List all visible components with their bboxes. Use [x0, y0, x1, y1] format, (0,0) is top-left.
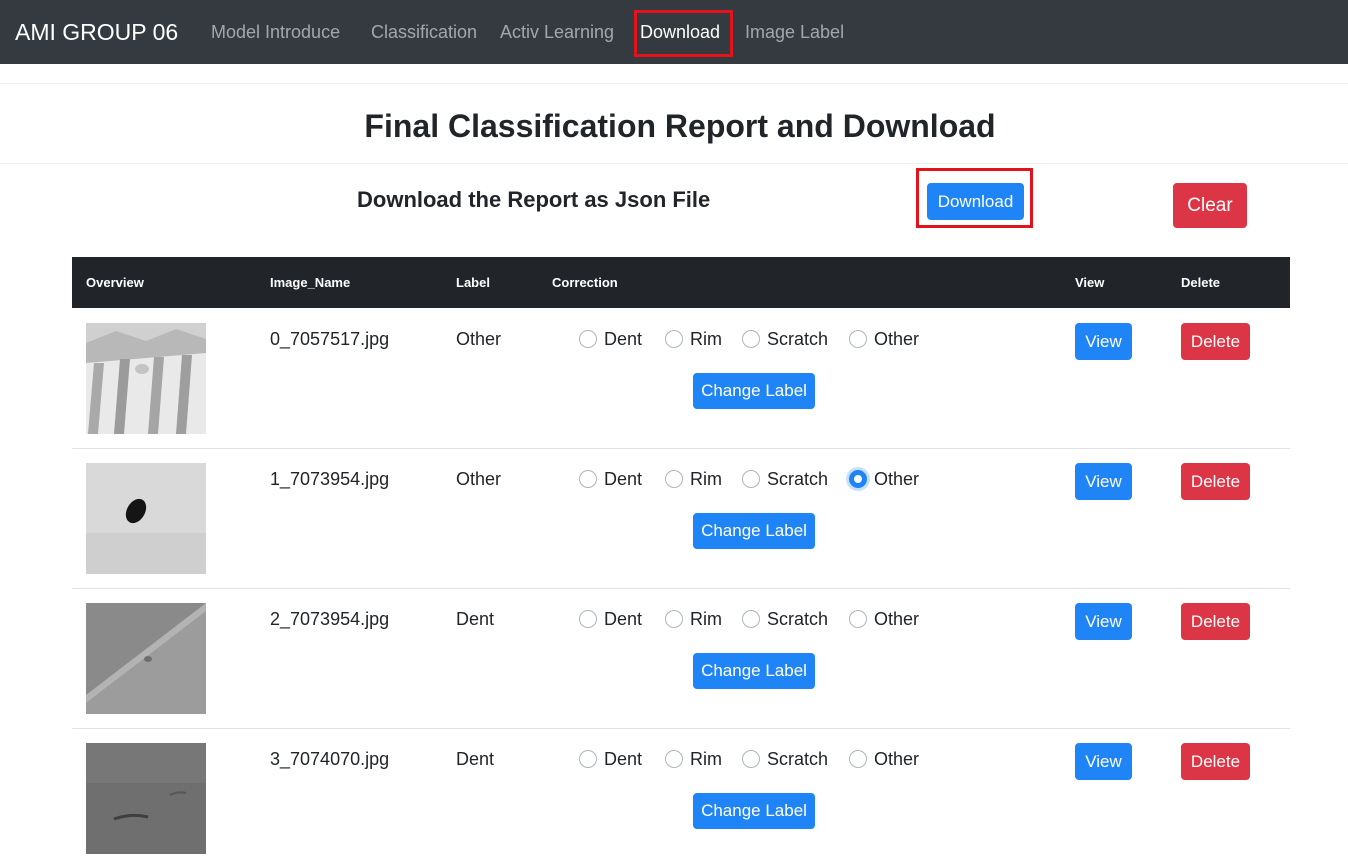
image-name: 3_7074070.jpg	[270, 749, 390, 769]
divider	[0, 163, 1348, 164]
column-header-label: Label	[456, 275, 490, 290]
column-header-view: View	[1075, 275, 1105, 290]
image-label: Other	[456, 469, 502, 489]
navbar-brand[interactable]: AMI GROUP 06	[15, 18, 178, 46]
change-label-button[interactable]: Change Label	[693, 513, 815, 549]
nav-link-classification[interactable]: Classification	[371, 20, 477, 44]
view-button[interactable]: View	[1075, 463, 1132, 500]
image-label: Dent	[456, 609, 495, 629]
image-thumbnail[interactable]	[86, 603, 206, 714]
view-button[interactable]: View	[1075, 323, 1132, 360]
column-header-image-name: Image_Name	[270, 275, 351, 290]
delete-button[interactable]: Delete	[1181, 603, 1250, 640]
nav-link-image-label[interactable]: Image Label	[745, 20, 844, 44]
view-button[interactable]: View	[1075, 743, 1132, 780]
table-row: 1_7073954.jpg Other Dent Rim Scratch Oth…	[72, 449, 1290, 589]
top-navbar: AMI GROUP 06 Model Introduce Classificat…	[0, 0, 1348, 64]
change-label-button[interactable]: Change Label	[693, 373, 815, 409]
download-report-heading: Download the Report as Json File	[357, 187, 711, 212]
image-name: 0_7057517.jpg	[270, 329, 390, 349]
image-name: 1_7073954.jpg	[270, 469, 390, 489]
delete-button[interactable]: Delete	[1181, 323, 1250, 360]
nav-link-model-introduce[interactable]: Model Introduce	[211, 20, 340, 44]
column-header-correction: Correction	[552, 275, 618, 290]
clear-button[interactable]: Clear	[1173, 183, 1247, 228]
column-header-delete: Delete	[1181, 275, 1221, 290]
view-button[interactable]: View	[1075, 603, 1132, 640]
image-label: Dent	[456, 749, 495, 769]
image-thumbnail[interactable]	[86, 323, 206, 434]
delete-button[interactable]: Delete	[1181, 743, 1250, 780]
table-row: 3_7074070.jpg Dent Dent Rim Scratch Othe…	[72, 729, 1290, 861]
change-label-button[interactable]: Change Label	[693, 653, 815, 689]
nav-download-highlight	[634, 10, 733, 57]
download-json-button[interactable]: Download	[927, 183, 1024, 220]
image-thumbnail[interactable]	[86, 743, 206, 854]
nav-link-activ-learning[interactable]: Activ Learning	[500, 20, 614, 44]
image-name: 2_7073954.jpg	[270, 609, 390, 629]
table-row: 0_7057517.jpg Other Dent Rim Scratch Oth…	[72, 309, 1290, 449]
delete-button[interactable]: Delete	[1181, 463, 1250, 500]
divider	[0, 83, 1348, 84]
column-header-overview: Overview	[86, 275, 144, 290]
change-label-button[interactable]: Change Label	[693, 793, 815, 829]
page-title: Final Classification Report and Download	[364, 108, 996, 144]
table-row: 2_7073954.jpg Dent Dent Rim Scratch Othe…	[72, 589, 1290, 729]
image-label: Other	[456, 329, 502, 349]
image-thumbnail[interactable]	[86, 463, 206, 574]
table-header: Overview Image_Name Label Correction Vie…	[72, 257, 1290, 308]
